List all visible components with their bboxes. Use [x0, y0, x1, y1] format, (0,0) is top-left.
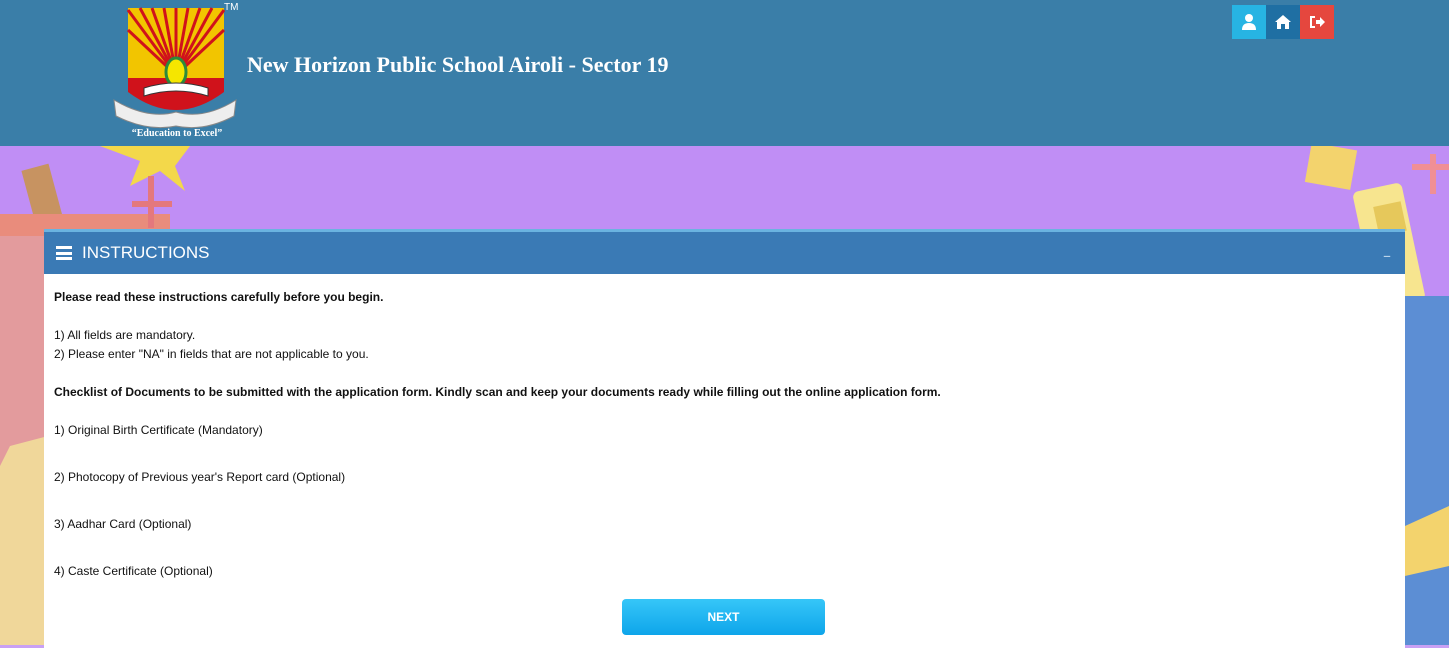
instructions-panel: INSTRUCTIONS – Please read these instruc…	[44, 229, 1405, 648]
panel-header: INSTRUCTIONS –	[44, 232, 1405, 274]
document-item: 1) Original Birth Certificate (Mandatory…	[54, 423, 263, 437]
school-logo	[113, 7, 237, 129]
school-motto: “Education to Excel”	[131, 128, 223, 139]
logout-icon[interactable]	[1300, 5, 1334, 39]
rule-item: 2) Please enter "NA" in fields that are …	[54, 347, 369, 361]
top-header: TM “Education to Excel” New Horizon Publ…	[0, 0, 1449, 146]
school-name-title: New Horizon Public School Airoli - Secto…	[247, 52, 669, 77]
collapse-button[interactable]: –	[1383, 246, 1391, 265]
rule-item: 1) All fields are mandatory.	[54, 328, 196, 342]
menu-icon	[56, 246, 72, 260]
panel-title: INSTRUCTIONS	[82, 243, 210, 262]
trademark-label: TM	[224, 2, 239, 13]
top-icon-bar	[1232, 5, 1334, 39]
next-button[interactable]: NEXT	[622, 599, 825, 635]
panel-body: Please read these instructions carefully…	[44, 274, 1405, 581]
intro-text: Please read these instructions carefully…	[54, 290, 384, 304]
checklist-heading: Checklist of Documents to be submitted w…	[54, 385, 941, 399]
document-item: 4) Caste Certificate (Optional)	[54, 564, 213, 578]
user-icon[interactable]	[1232, 5, 1266, 39]
home-icon[interactable]	[1266, 5, 1300, 39]
document-item: 3) Aadhar Card (Optional)	[54, 517, 192, 531]
document-item: 2) Photocopy of Previous year's Report c…	[54, 470, 346, 484]
